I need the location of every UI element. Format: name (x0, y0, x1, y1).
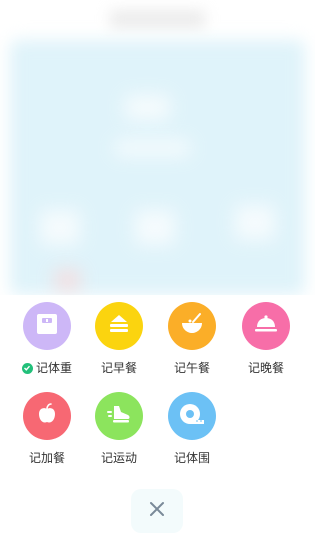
record-dinner-circle (242, 302, 290, 350)
background-blob (55, 270, 80, 290)
background-blob (135, 210, 175, 245)
record-measurement-circle (168, 392, 216, 440)
background-blob (115, 140, 190, 156)
record-breakfast-circle (95, 302, 143, 350)
record-weight-label: 记体重 (35, 361, 72, 375)
record-weight-label-row: 记体重 (10, 360, 84, 376)
record-lunch-button[interactable]: 记午餐 (155, 302, 229, 376)
dish-cover-icon (253, 313, 279, 339)
record-measurement-label: 记体围 (173, 451, 210, 465)
background-blob (125, 95, 170, 120)
record-snack-circle (23, 392, 71, 440)
sandwich-icon (107, 313, 131, 339)
close-button[interactable] (131, 489, 183, 533)
record-snack-button[interactable]: 记加餐 (10, 392, 84, 466)
background-blob (40, 210, 80, 245)
record-dinner-label: 记晚餐 (247, 361, 284, 375)
record-lunch-label: 记午餐 (173, 361, 210, 375)
record-exercise-label: 记运动 (100, 451, 137, 465)
bowl-icon (179, 312, 205, 340)
record-dinner-button[interactable]: 记晚餐 (229, 302, 303, 376)
record-breakfast-label: 记早餐 (100, 361, 137, 375)
record-exercise-circle (95, 392, 143, 440)
scale-icon (36, 313, 58, 339)
record-weight-circle (23, 302, 71, 350)
shoe-icon (106, 403, 132, 429)
record-lunch-circle (168, 302, 216, 350)
apple-icon (36, 402, 58, 430)
check-icon (21, 362, 33, 374)
background-blob (235, 205, 275, 240)
record-exercise-button[interactable]: 记运动 (82, 392, 156, 466)
background-card (10, 40, 305, 295)
background-header (110, 10, 205, 28)
record-breakfast-button[interactable]: 记早餐 (82, 302, 156, 376)
record-snack-label: 记加餐 (28, 451, 65, 465)
tape-measure-icon (178, 402, 206, 430)
record-weight-button[interactable]: 记体重 (10, 302, 84, 376)
record-measurement-button[interactable]: 记体围 (155, 392, 229, 466)
close-icon (149, 501, 165, 521)
